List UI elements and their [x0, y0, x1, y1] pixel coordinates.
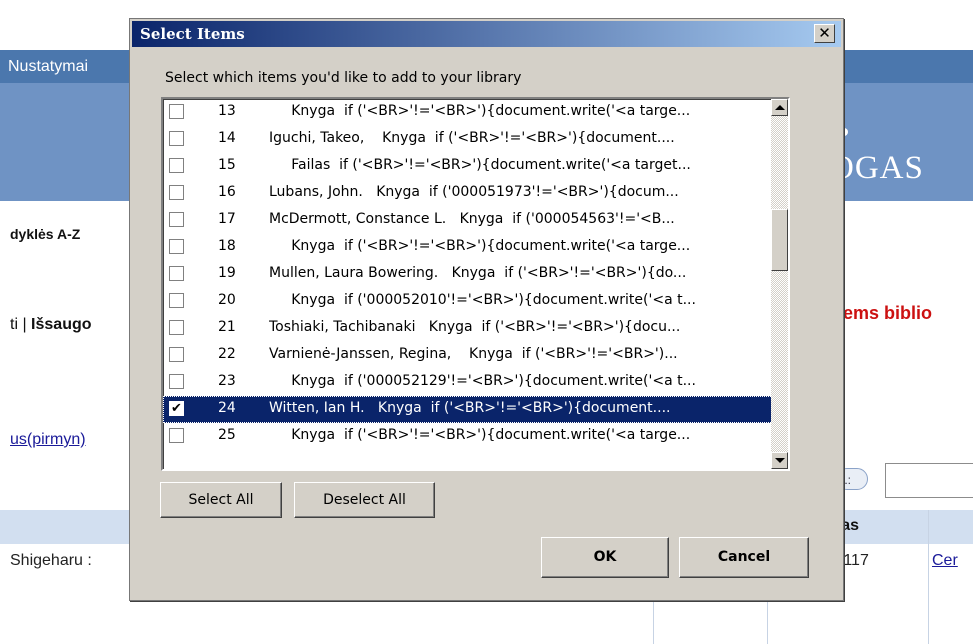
select-items-dialog: Select Items ✕ Select which items you'd … — [129, 18, 844, 601]
item-text: McDermott, Constance L. Knyga if ('00005… — [269, 211, 675, 227]
scroll-down-button[interactable] — [771, 452, 788, 469]
dialog-title-bar[interactable]: Select Items ✕ — [132, 21, 841, 47]
item-number: 25 — [218, 427, 236, 443]
list-item[interactable]: 22 Varnienė-Janssen, Regina, Knyga if ('<… — [163, 342, 773, 369]
item-number: 13 — [218, 103, 236, 119]
item-text: Failas if ('<BR>'!='<BR>'){document.writ… — [269, 157, 691, 173]
list-item[interactable]: 18 Knyga if ('<BR>'!='<BR>'){document.wr… — [163, 234, 773, 261]
dialog-title: Select Items — [140, 25, 245, 43]
item-text: Mullen, Laura Bowering. Knyga if ('<BR>'… — [269, 265, 687, 281]
item-text: Lubans, John. Knyga if ('000051973'!='<B… — [269, 184, 679, 200]
item-checkbox[interactable] — [169, 104, 184, 119]
arrow-up-icon — [775, 105, 785, 110]
cancel-button[interactable]: Cancel — [679, 537, 809, 578]
item-text: Knyga if ('<BR>'!='<BR>'){document.write… — [269, 103, 691, 119]
search-input[interactable] — [885, 463, 973, 498]
item-checkbox[interactable] — [169, 158, 184, 173]
item-number: 15 — [218, 157, 236, 173]
dialog-instruction: Select which items you'd like to add to … — [165, 70, 522, 86]
arrow-down-icon — [775, 458, 785, 463]
deselect-all-button[interactable]: Deselect All — [294, 482, 435, 518]
close-icon: ✕ — [818, 24, 831, 42]
focus-rect — [163, 396, 773, 423]
item-checkbox[interactable] — [169, 266, 184, 281]
item-number: 17 — [218, 211, 236, 227]
scroll-up-button[interactable] — [771, 99, 788, 116]
item-number: 16 — [218, 184, 236, 200]
list-item[interactable]: 20 Knyga if ('000052010'!='<BR>'){docume… — [163, 288, 773, 315]
save-prefix[interactable]: ti — [10, 316, 18, 333]
scroll-thumb[interactable] — [771, 209, 788, 271]
item-checkbox[interactable] — [169, 374, 184, 389]
item-text: Knyga if ('<BR>'!='<BR>'){document.write… — [269, 427, 691, 443]
save-actions: ti | Išsaugo — [10, 316, 92, 334]
list-item[interactable]: 13 Knyga if ('<BR>'!='<BR>'){document.wr… — [163, 99, 773, 126]
list-item[interactable]: 14 Iguchi, Takeo, Knyga if ('<BR>'!='<BR>… — [163, 126, 773, 153]
list-item[interactable]: 15 Failas if ('<BR>'!='<BR>'){document.w… — [163, 153, 773, 180]
list-item[interactable]: 21 Toshiaki, Tachibanaki Knyga if ('<BR>'… — [163, 315, 773, 342]
item-text: Knyga if ('000052129'!='<BR>'){document.… — [269, 373, 696, 389]
list-item[interactable]: 25 Knyga if ('<BR>'!='<BR>'){document.wr… — [163, 423, 773, 450]
item-checkbox[interactable] — [169, 428, 184, 443]
save-link[interactable]: Išsaugo — [31, 316, 91, 333]
az-index-label[interactable]: dyklės A-Z — [10, 226, 80, 242]
item-text: Varnienė-Janssen, Regina, Knyga if ('<BR… — [269, 346, 678, 362]
item-checkbox[interactable] — [169, 185, 184, 200]
select-all-button[interactable]: Select All — [160, 482, 282, 518]
close-button[interactable]: ✕ — [814, 24, 835, 43]
item-number: 18 — [218, 238, 236, 254]
vertical-scrollbar[interactable] — [771, 99, 788, 469]
item-text: Iguchi, Takeo, Knyga if ('<BR>'!='<BR>')… — [269, 130, 675, 146]
item-number: 19 — [218, 265, 236, 281]
item-text: Toshiaki, Tachibanaki Knyga if ('<BR>'!=… — [269, 319, 681, 335]
item-number: 23 — [218, 373, 236, 389]
items-listbox[interactable]: 13 Knyga if ('<BR>'!='<BR>'){document.wr… — [161, 97, 790, 471]
item-checkbox[interactable] — [169, 131, 184, 146]
item-text: Knyga if ('000052010'!='<BR>'){document.… — [269, 292, 696, 308]
item-checkbox[interactable] — [169, 212, 184, 227]
catalog-logo-text: OGAS — [830, 150, 924, 186]
items-list: 13 Knyga if ('<BR>'!='<BR>'){document.wr… — [163, 99, 773, 450]
item-checkbox[interactable] — [169, 293, 184, 308]
item-number: 20 — [218, 292, 236, 308]
item-checkbox[interactable] — [169, 347, 184, 362]
table-cell-author: Shigeharu : — [10, 552, 92, 569]
item-number: 21 — [218, 319, 236, 335]
ok-button[interactable]: OK — [541, 537, 669, 578]
nav-settings-link[interactable]: Nustatymai — [8, 58, 88, 76]
list-item[interactable]: 19 Mullen, Laura Bowering. Knyga if ('<BR… — [163, 261, 773, 288]
item-checkbox[interactable] — [169, 320, 184, 335]
table-cell-link[interactable]: Cer — [932, 552, 958, 570]
next-link[interactable]: us(pirmyn) — [10, 431, 86, 449]
list-item[interactable]: 23 Knyga if ('000052129'!='<BR>'){docume… — [163, 369, 773, 396]
table-divider — [928, 510, 929, 644]
item-checkbox[interactable] — [169, 239, 184, 254]
list-item[interactable]: 17 McDermott, Constance L. Knyga if ('000… — [163, 207, 773, 234]
list-item[interactable]: 16 Lubans, John. Knyga if ('000051973'!='… — [163, 180, 773, 207]
item-number: 14 — [218, 130, 236, 146]
item-text: Knyga if ('<BR>'!='<BR>'){document.write… — [269, 238, 691, 254]
item-number: 22 — [218, 346, 236, 362]
save-separator: | — [18, 316, 32, 333]
list-item[interactable]: ✔ 24 Witten, Ian H. Knyga if ('<BR>'!='<BR… — [163, 396, 773, 423]
